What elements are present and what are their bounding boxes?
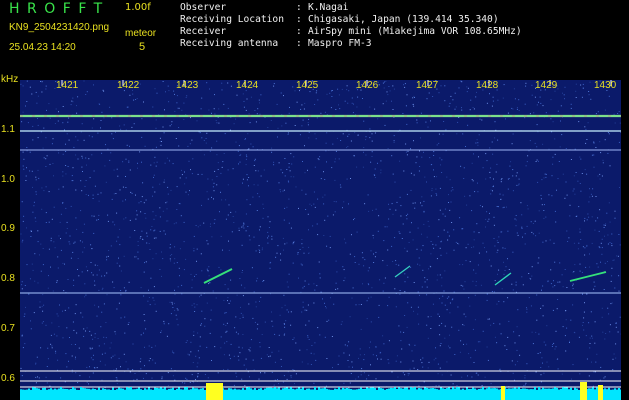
x-tick-label: 1424 xyxy=(236,80,259,91)
echo-spike xyxy=(580,382,587,400)
event-count: 5 xyxy=(139,41,146,53)
info-value: Chigasaki, Japan (139.414 35.340) xyxy=(308,14,499,25)
info-row-observer: Observer: K.Nagai xyxy=(180,2,348,13)
y-axis-unit: kHz xyxy=(1,74,19,85)
event-tag: meteor xyxy=(125,28,157,39)
y-tick-label: 1.0 xyxy=(1,174,15,185)
x-tick-label: 1426 xyxy=(356,80,379,91)
x-tick-label: 1429 xyxy=(535,80,558,91)
info-colon: : xyxy=(296,14,302,25)
y-tick-label: 0.8 xyxy=(1,273,15,284)
y-tick-label: 1.1 xyxy=(1,124,15,135)
info-value: Maspro FM-3 xyxy=(308,38,372,49)
echo-spike xyxy=(598,385,603,400)
info-label: Receiving antenna xyxy=(180,38,279,49)
info-row-location: Receiving Location: Chigasaki, Japan (139… xyxy=(180,14,499,25)
x-tick-label: 1430 xyxy=(594,80,617,91)
file-name: KN9_2504231420.png xyxy=(9,22,110,33)
echo-spike xyxy=(206,383,223,400)
y-tick-label: 0.6 xyxy=(1,373,15,384)
info-label: Receiving Location xyxy=(180,14,284,25)
x-tick-label: 1421 xyxy=(56,80,79,91)
info-label: Observer xyxy=(180,2,227,13)
header: HROFFT 1.00f KN9_2504231420.png meteor 2… xyxy=(0,0,629,76)
y-tick-label: 0.9 xyxy=(1,223,15,234)
x-tick-label: 1428 xyxy=(476,80,499,91)
baseline-band xyxy=(20,391,621,400)
x-tick-label: 1425 xyxy=(296,80,319,91)
spectrogram-plot xyxy=(20,80,621,400)
info-colon: : xyxy=(296,38,302,49)
plot-background xyxy=(20,80,621,400)
x-tick-label: 1423 xyxy=(176,80,199,91)
x-tick-label: 1422 xyxy=(117,80,140,91)
info-row-antenna: Receiving antenna: Maspro FM-3 xyxy=(180,38,372,49)
x-tick-label: 1427 xyxy=(416,80,439,91)
info-value: AirSpy mini (Miakejima VOR 108.65MHz) xyxy=(308,26,522,37)
info-row-receiver: Receiver: AirSpy mini (Miakejima VOR 108.… xyxy=(180,26,522,37)
info-label: Receiver xyxy=(180,26,227,37)
date-time: 25.04.23 14:20 xyxy=(9,42,76,53)
echo-spike xyxy=(501,386,505,400)
y-tick-label: 0.7 xyxy=(1,323,15,334)
info-value: K.Nagai xyxy=(308,2,349,13)
info-colon: : xyxy=(296,26,302,37)
version-label: 1.00f xyxy=(125,2,151,13)
app-title: HROFFT xyxy=(9,1,110,17)
info-colon: : xyxy=(296,2,302,13)
